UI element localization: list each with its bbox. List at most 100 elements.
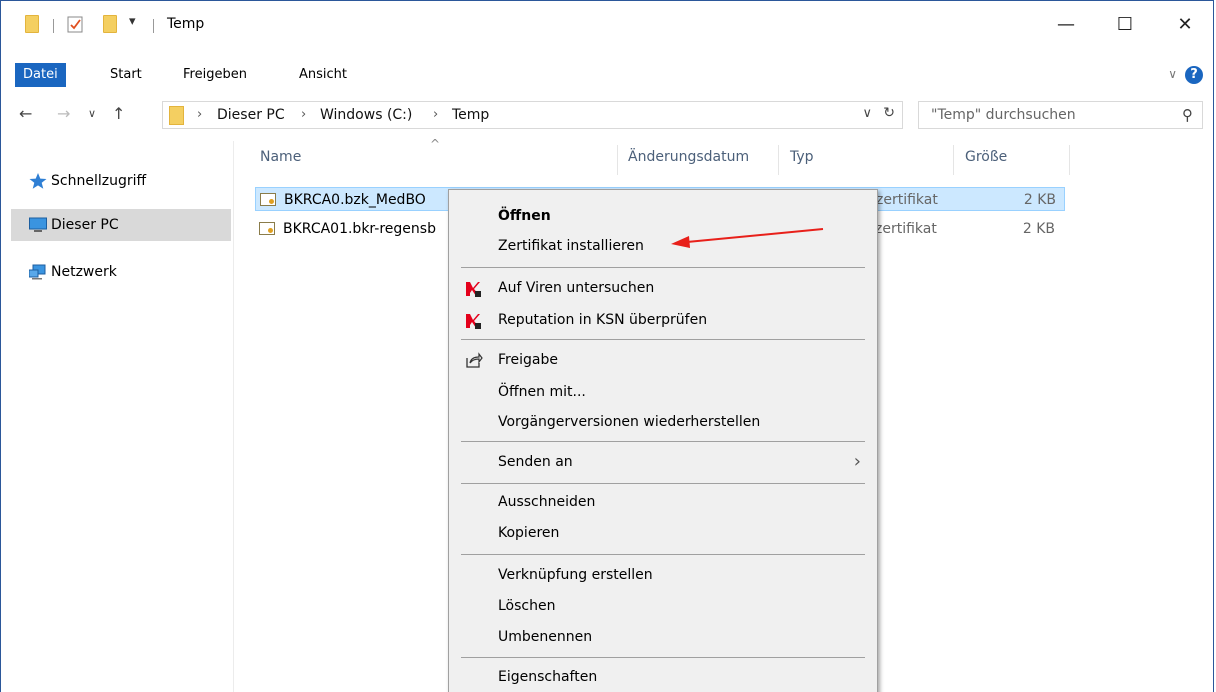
menu-separator: [461, 483, 865, 484]
address-row: ← → ∨ ↑ › Dieser PC › Windows (C:) › Tem…: [1, 99, 1213, 133]
menu-item-rename[interactable]: Umbenennen: [451, 622, 875, 652]
menu-item-label: Öffnen mit...: [498, 384, 586, 400]
sort-ascending-chevron-icon: ^: [430, 137, 441, 151]
menu-item-scan-viruses[interactable]: Auf Viren untersuchen: [451, 273, 875, 303]
minimize-button[interactable]: —: [1054, 13, 1078, 37]
file-size: 2 KB: [1023, 192, 1056, 208]
menu-item-open-with[interactable]: Öffnen mit...: [451, 377, 875, 407]
column-header-size[interactable]: Größe: [965, 149, 1007, 165]
customize-quick-access-icon[interactable]: ▾: [129, 14, 136, 29]
sidebar-item-netzwerk[interactable]: Netzwerk: [11, 256, 231, 288]
menu-item-send-to[interactable]: Senden an ›: [451, 447, 875, 477]
sidebar-item-label: Dieser PC: [51, 217, 119, 233]
maximize-button[interactable]: ☐: [1113, 13, 1137, 37]
menu-item-label: Vorgängerversionen wiederherstellen: [498, 414, 761, 430]
search-icon[interactable]: ⚲: [1182, 106, 1193, 124]
context-menu: Öffnen Zertifikat installieren Auf Viren…: [448, 189, 878, 692]
menu-separator: [461, 267, 865, 268]
address-bar[interactable]: › Dieser PC › Windows (C:) › Temp ∨ ↻: [162, 101, 903, 129]
menu-item-label: Senden an: [498, 454, 573, 470]
properties-check-icon[interactable]: [67, 16, 84, 33]
column-header-type[interactable]: Typ: [790, 149, 814, 165]
file-name: BKRCA0.bzk_MedBO: [284, 192, 426, 208]
window-title: Temp: [167, 16, 205, 32]
column-divider[interactable]: [778, 145, 779, 175]
tab-ansicht[interactable]: Ansicht: [291, 63, 355, 87]
computer-icon: [29, 217, 47, 232]
title-bar: ▾ Temp — ☐ ✕: [1, 1, 1213, 57]
recent-locations-chevron-icon[interactable]: ∨: [88, 107, 96, 120]
address-dropdown-chevron-icon[interactable]: ∨: [862, 106, 872, 121]
menu-item-label: Reputation in KSN überprüfen: [498, 312, 708, 328]
column-divider[interactable]: [617, 145, 618, 175]
file-type: zertifikat: [876, 192, 938, 208]
certificate-icon: [260, 193, 276, 206]
menu-item-label: Kopieren: [498, 525, 560, 541]
menu-item-copy[interactable]: Kopieren: [451, 518, 875, 548]
sidebar-item-label: Netzwerk: [51, 264, 117, 280]
menu-item-label: Öffnen: [498, 208, 551, 224]
tab-start[interactable]: Start: [102, 63, 150, 87]
menu-item-label: Eigenschaften: [498, 669, 598, 685]
menu-separator: [461, 657, 865, 658]
breadcrumb-temp[interactable]: Temp: [452, 107, 489, 123]
menu-item-label: Ausschneiden: [498, 494, 596, 510]
breadcrumb-separator-icon: ›: [433, 107, 439, 122]
sidebar-item-schnellzugriff[interactable]: Schnellzugriff: [11, 165, 231, 197]
folder-icon: [169, 106, 184, 125]
menu-item-label: Freigabe: [498, 352, 558, 368]
column-header-date[interactable]: Änderungsdatum: [628, 149, 749, 165]
expand-ribbon-chevron-icon[interactable]: ∨: [1168, 67, 1177, 81]
kaspersky-icon: [466, 314, 481, 329]
column-header-name[interactable]: Name: [260, 149, 301, 165]
ribbon-tabs: Datei Start Freigeben Ansicht ∨ ?: [1, 57, 1213, 91]
menu-item-label: Umbenennen: [498, 629, 593, 645]
help-icon[interactable]: ?: [1185, 66, 1203, 84]
menu-item-label: Löschen: [498, 598, 556, 614]
refresh-icon[interactable]: ↻: [883, 105, 895, 121]
toolbar-divider: [53, 19, 54, 33]
menu-separator: [461, 339, 865, 340]
file-size: 2 KB: [1022, 221, 1055, 237]
menu-item-create-shortcut[interactable]: Verknüpfung erstellen: [451, 560, 875, 590]
certificate-icon: [259, 222, 275, 235]
navigation-pane: Schnellzugriff Dieser PC Netzwerk: [1, 141, 234, 692]
search-box[interactable]: ⚲: [918, 101, 1203, 129]
share-icon: [466, 352, 483, 368]
menu-separator: [461, 441, 865, 442]
star-icon: [29, 173, 47, 189]
breadcrumb-dieser-pc[interactable]: Dieser PC: [217, 107, 285, 123]
new-folder-icon[interactable]: [103, 15, 117, 33]
breadcrumb-separator-icon: ›: [197, 107, 203, 122]
menu-item-delete[interactable]: Löschen: [451, 591, 875, 621]
column-divider[interactable]: [1069, 145, 1070, 175]
menu-item-install-certificate[interactable]: Zertifikat installieren: [451, 231, 875, 261]
menu-item-restore-previous[interactable]: Vorgängerversionen wiederherstellen: [451, 407, 875, 437]
menu-item-ksn-reputation[interactable]: Reputation in KSN überprüfen: [451, 305, 875, 335]
search-input[interactable]: [929, 106, 1153, 124]
back-arrow-icon[interactable]: ←: [19, 104, 32, 123]
file-type: zertifikat: [875, 221, 937, 237]
menu-item-label: Zertifikat installieren: [498, 238, 644, 254]
chevron-right-icon: ›: [853, 451, 861, 472]
column-divider[interactable]: [953, 145, 954, 175]
breadcrumb-separator-icon: ›: [301, 107, 307, 122]
file-name: BKRCA01.bkr-regensb: [283, 221, 436, 237]
network-icon: [29, 264, 46, 280]
tab-datei[interactable]: Datei: [15, 63, 66, 87]
menu-item-properties[interactable]: Eigenschaften: [451, 662, 875, 692]
menu-separator: [461, 554, 865, 555]
up-arrow-icon[interactable]: ↑: [112, 104, 125, 123]
sidebar-item-dieser-pc[interactable]: Dieser PC: [11, 209, 231, 241]
breadcrumb-windows-c[interactable]: Windows (C:): [320, 107, 412, 123]
menu-item-open[interactable]: Öffnen: [451, 201, 875, 231]
menu-item-cut[interactable]: Ausschneiden: [451, 487, 875, 517]
toolbar-divider: [153, 19, 154, 33]
menu-item-share[interactable]: Freigabe: [451, 345, 875, 375]
explorer-window: ▾ Temp — ☐ ✕ Datei Start Freigeben Ansic…: [0, 0, 1214, 692]
forward-arrow-icon[interactable]: →: [57, 104, 70, 123]
menu-item-label: Auf Viren untersuchen: [498, 280, 655, 296]
folder-icon[interactable]: [25, 15, 39, 33]
tab-freigeben[interactable]: Freigeben: [175, 63, 255, 87]
close-button[interactable]: ✕: [1173, 13, 1197, 37]
